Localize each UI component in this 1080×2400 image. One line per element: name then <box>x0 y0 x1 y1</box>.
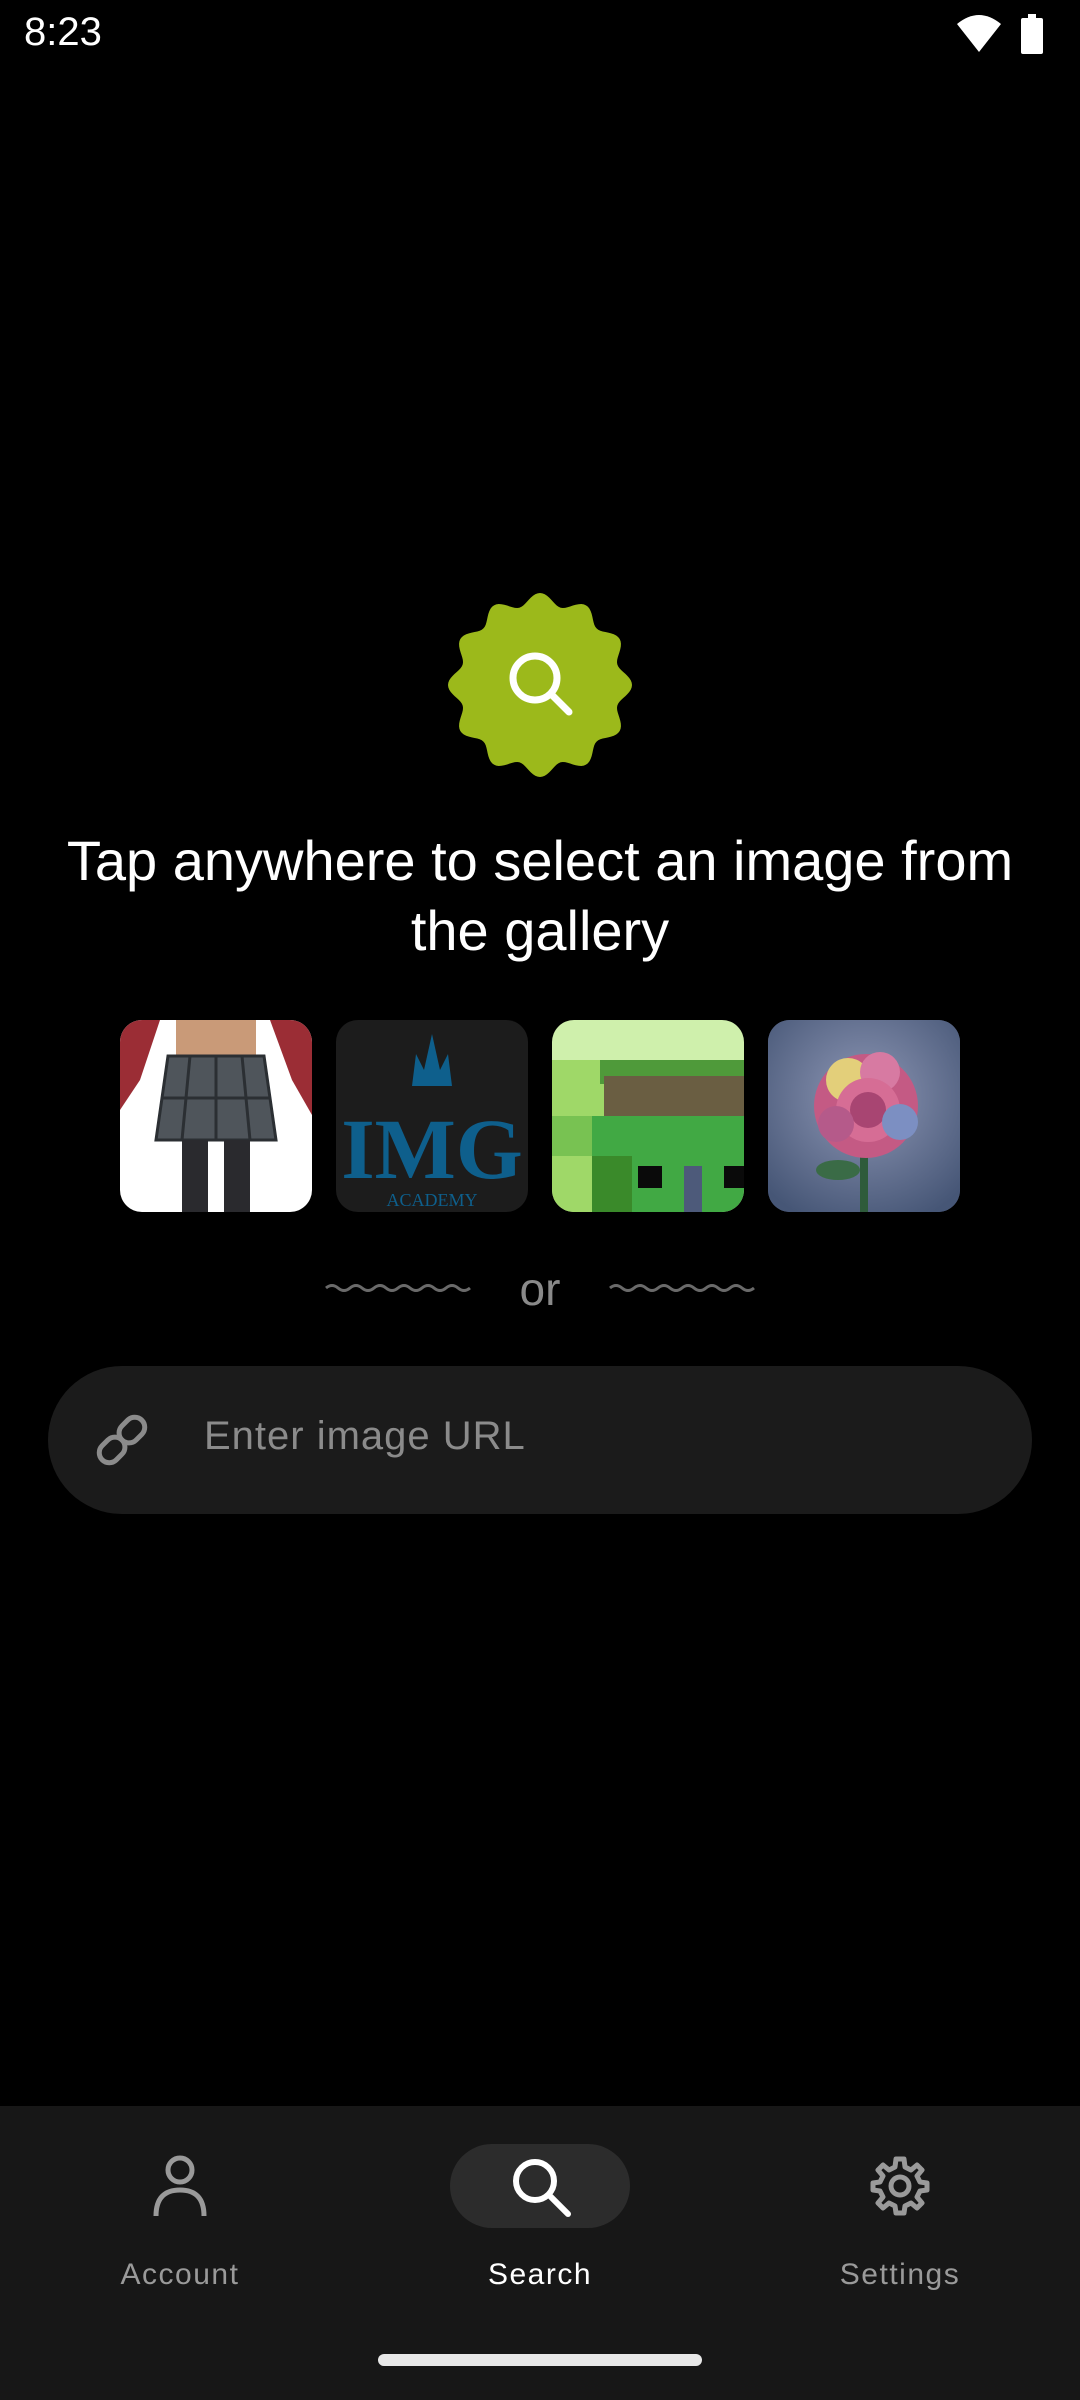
person-icon <box>153 2155 207 2217</box>
sample-image-pixel-art[interactable] <box>552 1020 744 1212</box>
nav-item-settings[interactable]: Settings <box>720 2136 1080 2316</box>
wifi-icon <box>957 15 1001 52</box>
nav-label-account: Account <box>120 2258 240 2291</box>
nav-item-account[interactable]: Account <box>0 2136 360 2316</box>
link-icon <box>96 1414 148 1466</box>
instruction-headline: Tap anywhere to select an image from the… <box>66 829 1014 962</box>
nav-item-search[interactable]: Search <box>360 2136 720 2316</box>
status-bar: 8:23 <box>0 0 1080 72</box>
or-label: or <box>519 1263 561 1315</box>
img-logo-subtext: ACADEMY <box>386 1190 477 1210</box>
nav-icon-container <box>90 2144 270 2228</box>
gear-icon <box>870 2156 930 2216</box>
status-icons <box>956 14 1044 54</box>
nav-icon-container-active <box>450 2144 630 2228</box>
sample-images: IMG ACADEMY <box>120 1020 960 1212</box>
status-time: 8:23 <box>24 10 102 54</box>
badge-shape <box>448 593 632 777</box>
image-url-input[interactable]: Enter image URL <box>48 1366 1032 1514</box>
battery-icon <box>1021 14 1043 54</box>
sample-image-img-academy[interactable]: IMG ACADEMY <box>336 1020 528 1212</box>
search-icon <box>513 2159 571 2217</box>
home-indicator[interactable] <box>378 2354 702 2366</box>
img-logo-text: IMG <box>341 1101 523 1197</box>
nav-icon-container <box>810 2144 990 2228</box>
sample-image-anime-skirt[interactable] <box>120 1020 312 1212</box>
sample-image-rose[interactable] <box>768 1020 960 1212</box>
url-placeholder: Enter image URL <box>204 1414 526 1458</box>
nav-label-settings: Settings <box>839 2258 961 2291</box>
nav-label-search: Search <box>487 2258 593 2291</box>
search-badge-icon[interactable] <box>445 590 635 780</box>
